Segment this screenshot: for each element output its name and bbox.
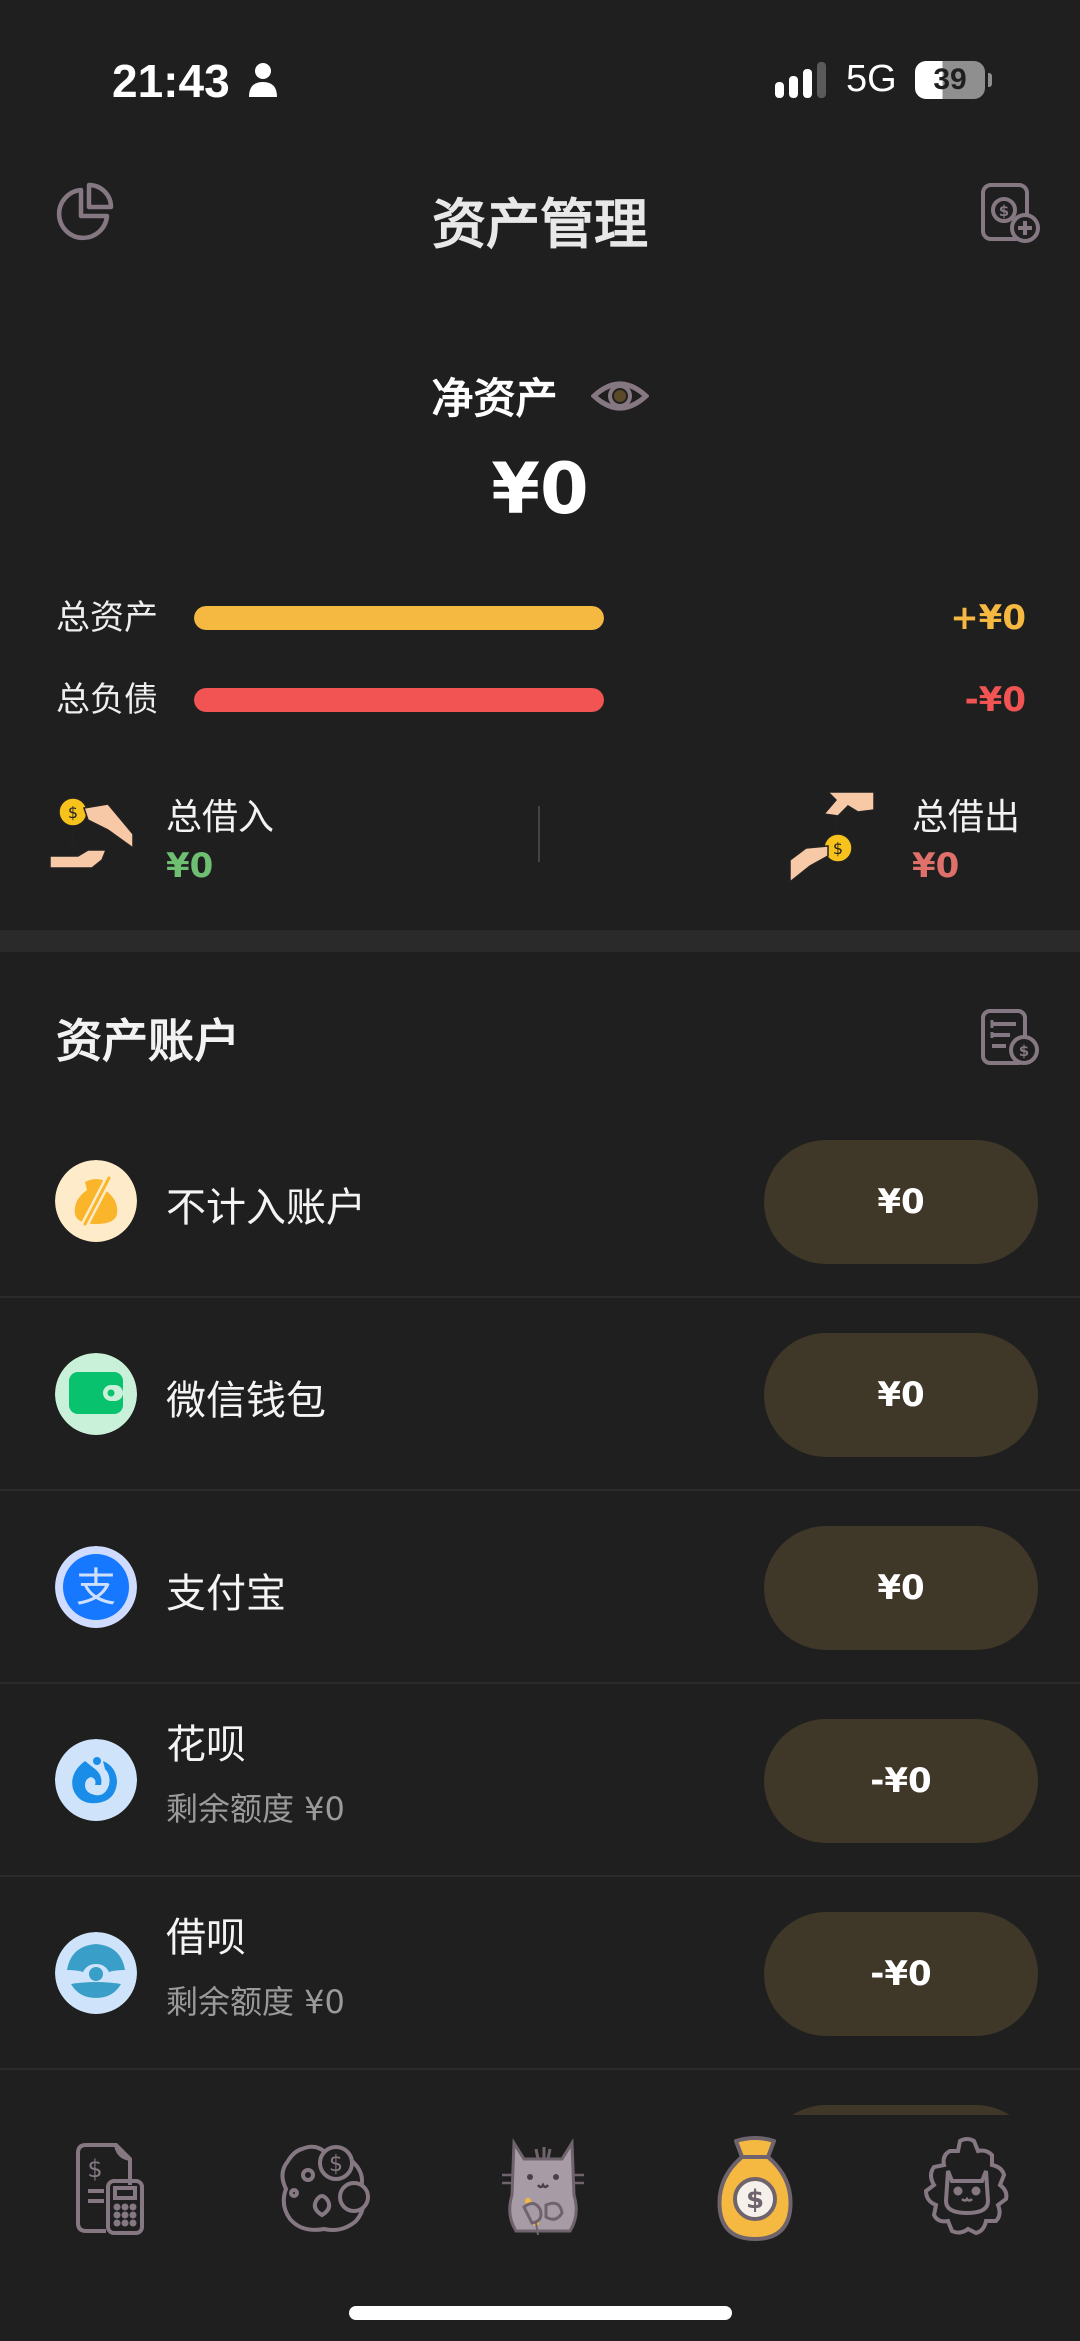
account-item[interactable]: 花呗 剩余额度 ¥0 -¥0 [0, 1684, 1080, 1877]
account-name: 不计入账户 [166, 1185, 366, 1231]
page-title: 资产管理 [432, 193, 648, 256]
alipay-icon: 支 [55, 1546, 137, 1628]
svg-text:$: $ [746, 2185, 764, 2215]
account-amount-pill[interactable]: ¥0 [764, 1333, 1038, 1457]
total-assets-label: 总资产 [56, 598, 158, 638]
accounts-section-title: 资产账户 [56, 1014, 240, 1068]
add-asset-icon[interactable]: $ [980, 182, 1040, 246]
total-liabilities-value: -¥0 [964, 680, 1026, 720]
huabei-icon [55, 1739, 137, 1821]
lend-out-hands-icon: $ [789, 791, 875, 884]
account-amount-pill[interactable]: ¥0 [764, 1526, 1038, 1650]
account-remaining-credit: 剩余额度 ¥0 [166, 1983, 345, 2021]
net-asset-label: 净资产 [431, 374, 558, 423]
account-amount-pill[interactable]: ¥0 [764, 1140, 1038, 1264]
total-assets-value: +¥0 [950, 598, 1026, 638]
section-divider [0, 930, 1080, 952]
home-indicator[interactable] [349, 2306, 732, 2320]
account-name: 微信钱包 [166, 1378, 326, 1424]
total-liabilities-label: 总负债 [56, 680, 158, 720]
svg-text:$: $ [68, 803, 78, 822]
net-asset-value: ¥0 [491, 448, 589, 530]
status-time: 21:43 [112, 55, 230, 107]
account-item[interactable]: 支 支付宝 ¥0 [0, 1491, 1080, 1684]
account-list-icon[interactable]: $ [980, 1008, 1040, 1066]
lent-out-value: ¥0 [912, 846, 960, 886]
total-liabilities-row: 总负债 -¥0 [56, 675, 1026, 725]
total-assets-bar-fill [194, 606, 604, 630]
paw-coin-icon[interactable]: $ [272, 2135, 382, 2245]
borrowed-in-value: ¥0 [166, 846, 214, 886]
header: 资产管理 $ [0, 160, 1080, 270]
svg-text:$: $ [833, 839, 843, 858]
signal-icon [775, 62, 826, 98]
account-item[interactable]: 微信钱包 ¥0 [0, 1298, 1080, 1491]
total-assets-bar [194, 606, 604, 630]
network-type: 5G [846, 58, 897, 100]
money-bag-excluded-icon [55, 1160, 137, 1242]
borrowed-in-label: 总借入 [166, 797, 275, 838]
svg-text:支: 支 [76, 1565, 116, 1611]
borrow-in-hands-icon: $ [49, 797, 134, 869]
total-liabilities-bar [194, 688, 604, 712]
account-item[interactable]: 不计入账户 ¥0 [0, 1105, 1080, 1298]
loan-divider [538, 806, 540, 862]
money-bag-icon[interactable]: $ [700, 2135, 810, 2245]
account-item[interactable]: 借呗 剩余额度 ¥0 -¥0 [0, 1877, 1080, 2070]
account-amount-pill[interactable]: -¥0 [764, 1719, 1038, 1843]
total-liabilities-bar-fill [194, 688, 604, 712]
account-item-partial[interactable] [0, 2070, 1080, 2115]
person-icon [249, 63, 277, 97]
account-remaining-credit: 剩余额度 ¥0 [166, 1790, 345, 1828]
lent-out-label: 总借出 [912, 797, 1021, 838]
eye-icon[interactable] [590, 376, 649, 416]
account-list: 不计入账户 ¥0 微信钱包 ¥0 支 支付宝 ¥0 花呗 剩余额度 ¥0 -¥0 [0, 1105, 1080, 2115]
svg-text:$: $ [329, 2152, 343, 2177]
account-name: 花呗 [166, 1722, 246, 1768]
account-name: 借呗 [166, 1915, 246, 1961]
svg-text:$: $ [999, 202, 1009, 220]
battery-indicator: 39 [915, 61, 985, 99]
jiebei-icon [55, 1932, 137, 2014]
loan-summary: $ 总借入 ¥0 $ 总借出 ¥0 [0, 780, 1080, 910]
svg-text:$: $ [1019, 1042, 1029, 1060]
status-bar: 21:43 5G 39 [0, 0, 1080, 150]
bill-calculator-icon[interactable]: $ [58, 2135, 168, 2245]
account-name: 支付宝 [166, 1571, 286, 1617]
cat-gear-icon[interactable] [912, 2135, 1022, 2245]
battery-tip [988, 73, 992, 87]
svg-text:$: $ [87, 2155, 102, 2183]
wechat-wallet-icon [55, 1353, 137, 1435]
account-amount-pill-partial[interactable] [764, 2105, 1038, 2115]
cat-mascot-icon[interactable] [488, 2135, 598, 2245]
total-assets-row: 总资产 +¥0 [56, 593, 1026, 643]
net-asset-header: 净资产 [0, 365, 1080, 426]
account-amount-pill[interactable]: -¥0 [764, 1912, 1038, 2036]
